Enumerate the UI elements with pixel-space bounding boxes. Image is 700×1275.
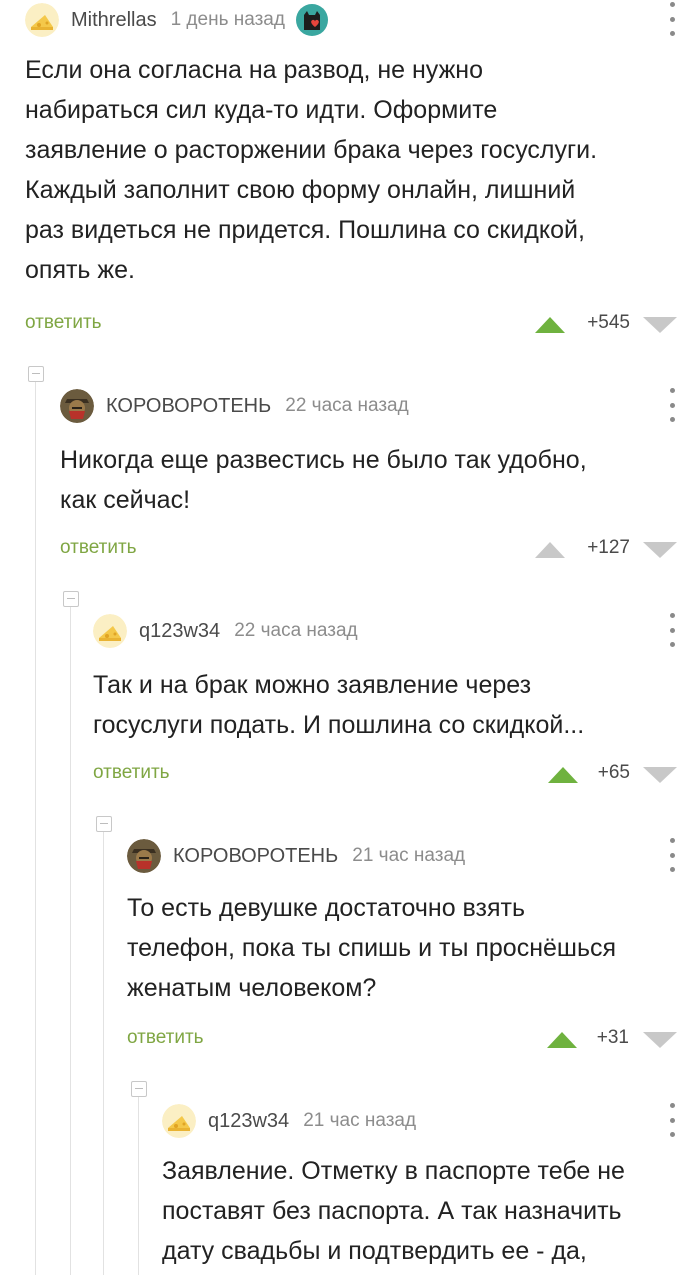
comment-text: Никогда еще развестись не было так удобн… bbox=[60, 446, 587, 514]
comment-menu-button[interactable] bbox=[662, 2, 682, 36]
comment: q123w34 21 час назад Заявление. Отметку … bbox=[162, 1101, 700, 1275]
thread-line bbox=[103, 830, 104, 1275]
cheese-avatar[interactable] bbox=[93, 614, 127, 648]
author-nick[interactable]: q123w34 bbox=[139, 620, 220, 643]
thread-line bbox=[35, 380, 36, 1275]
knight-avatar[interactable] bbox=[60, 389, 94, 423]
reply-link[interactable]: ответить bbox=[93, 762, 170, 784]
rating-score: +65 bbox=[597, 762, 630, 783]
comment-header: КОРОВОРОТЕНЬ 22 часа назад bbox=[60, 386, 700, 426]
comment-header: КОРОВОРОТЕНЬ 21 час назад bbox=[127, 836, 700, 876]
reply-link[interactable]: ответить bbox=[25, 312, 102, 334]
reply-link[interactable]: ответить bbox=[60, 537, 137, 559]
comment: КОРОВОРОТЕНЬ 22 часа назад Никогда еще р… bbox=[60, 386, 700, 576]
downvote-button[interactable] bbox=[643, 1032, 677, 1048]
comment-text: То есть девушке достаточно взять телефон… bbox=[127, 894, 617, 1002]
downvote-button[interactable] bbox=[643, 542, 677, 558]
comment-header: q123w34 21 час назад bbox=[162, 1101, 700, 1141]
cheese-avatar[interactable] bbox=[162, 1104, 196, 1138]
collapse-toggle[interactable] bbox=[28, 366, 44, 382]
collapse-toggle[interactable] bbox=[96, 816, 112, 832]
collapse-toggle[interactable] bbox=[131, 1081, 147, 1097]
cheese-avatar[interactable] bbox=[25, 3, 59, 37]
author-nick[interactable]: КОРОВОРОТЕНЬ bbox=[173, 845, 338, 868]
comment-footer: ответить +127 bbox=[60, 537, 700, 567]
thread-line bbox=[70, 605, 71, 1275]
comment-footer: ответить +545 bbox=[25, 312, 700, 342]
comment: Mithrellas 1 день назад Если она согласн… bbox=[25, 0, 700, 345]
comment-menu-button[interactable] bbox=[662, 388, 682, 422]
comment-footer: ответить +65 bbox=[93, 762, 700, 792]
comment-text: Если она согласна на развод, не нужно на… bbox=[25, 56, 598, 284]
comment-header: Mithrellas 1 день назад bbox=[25, 0, 700, 40]
comment-time[interactable]: 22 часа назад bbox=[285, 395, 408, 417]
comment-time[interactable]: 1 день назад bbox=[171, 9, 285, 31]
author-nick[interactable]: Mithrellas bbox=[71, 9, 157, 32]
rating-score: +127 bbox=[587, 537, 630, 558]
thread-line bbox=[138, 1095, 139, 1275]
author-nick[interactable]: q123w34 bbox=[208, 1110, 289, 1133]
comment-text: Заявление. Отметку в паспорте тебе не по… bbox=[162, 1157, 625, 1265]
comment: КОРОВОРОТЕНЬ 21 час назад То есть девушк… bbox=[127, 836, 700, 1066]
comment-menu-button[interactable] bbox=[662, 1103, 682, 1137]
comment-text: Так и на брак можно заявление через госу… bbox=[93, 671, 585, 739]
rating-score: +545 bbox=[587, 312, 630, 333]
reply-link[interactable]: ответить bbox=[127, 1027, 204, 1049]
cat-heart-badge-icon[interactable] bbox=[295, 3, 329, 37]
downvote-button[interactable] bbox=[643, 767, 677, 783]
comment-time[interactable]: 22 часа назад bbox=[234, 620, 357, 642]
comment-time[interactable]: 21 час назад bbox=[352, 845, 465, 867]
rating-score: +31 bbox=[596, 1027, 629, 1048]
author-nick[interactable]: КОРОВОРОТЕНЬ bbox=[106, 395, 271, 418]
collapse-toggle[interactable] bbox=[63, 591, 79, 607]
knight-avatar[interactable] bbox=[127, 839, 161, 873]
comment-time[interactable]: 21 час назад bbox=[303, 1110, 416, 1132]
downvote-button[interactable] bbox=[643, 317, 677, 333]
comment-header: q123w34 22 часа назад bbox=[93, 611, 700, 651]
comment-footer: ответить +31 bbox=[127, 1027, 700, 1057]
comment-menu-button[interactable] bbox=[662, 838, 682, 872]
comment-menu-button[interactable] bbox=[662, 613, 682, 647]
comment: q123w34 22 часа назад Так и на брак можн… bbox=[93, 611, 700, 801]
